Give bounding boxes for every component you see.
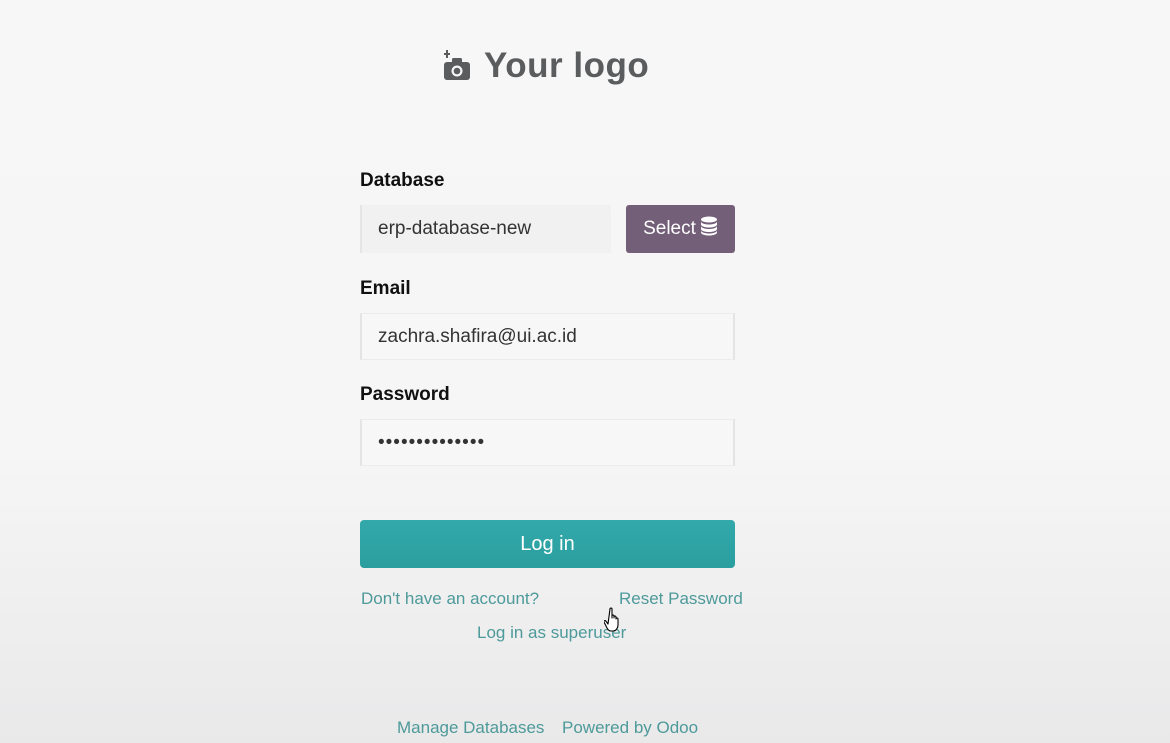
email-field[interactable] [360,313,735,360]
powered-by-odoo-link[interactable]: Powered by Odoo [562,718,698,738]
database-field[interactable] [360,205,611,253]
select-button-label: Select [643,218,696,239]
select-database-button[interactable]: Select [626,205,735,253]
password-label: Password [360,384,450,405]
login-form: Database Select Email Password [360,170,735,466]
reset-password-link[interactable]: Reset Password [619,589,743,609]
login-page: Your logo Database Select Email Password [0,0,1170,743]
logo: Your logo [440,46,649,86]
logo-text: Your logo [484,46,650,85]
manage-databases-link[interactable]: Manage Databases [397,718,544,738]
hand-pointer-icon [603,607,624,638]
database-row: Select [360,205,735,253]
database-label: Database [360,170,445,191]
database-icon [700,216,718,242]
signup-link[interactable]: Don't have an account? [361,589,539,609]
password-field[interactable] [360,419,735,466]
email-label: Email [360,278,411,299]
login-button[interactable]: Log in [360,520,735,568]
add-camera-icon [440,49,472,83]
